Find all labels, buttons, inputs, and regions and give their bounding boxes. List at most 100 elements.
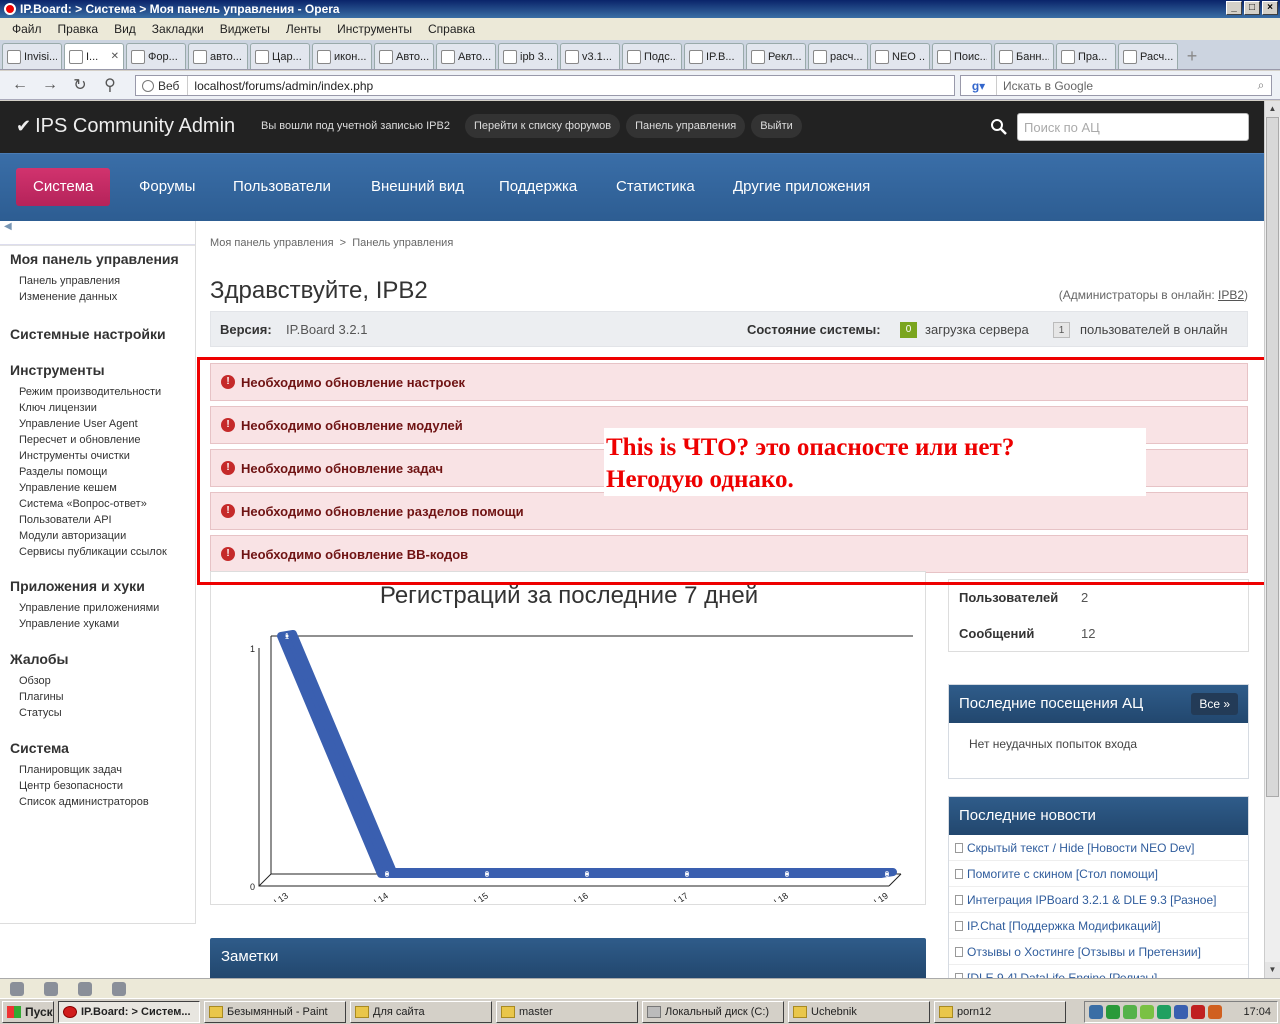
- taskbar-paint[interactable]: Безымянный - Paint: [204, 1000, 346, 1023]
- browser-tab[interactable]: I... ✕: [64, 43, 124, 69]
- zoom-control[interactable]: [1214, 982, 1274, 996]
- menu-feeds[interactable]: Ленты: [278, 22, 329, 36]
- nav-other-apps[interactable]: Другие приложения: [716, 168, 887, 206]
- nav-forums[interactable]: Форумы: [122, 168, 212, 206]
- alert-bbcode-update[interactable]: ! Необходимо обновление BB-кодов: [210, 535, 1248, 573]
- breadcrumb-dashboard[interactable]: Моя панель управления: [210, 237, 334, 249]
- new-tab-icon[interactable]: +: [1180, 43, 1204, 69]
- nav-users[interactable]: Пользователи: [216, 168, 348, 206]
- torrent-icon[interactable]: [1106, 1005, 1120, 1019]
- admin-online-link[interactable]: IPB2: [1218, 288, 1244, 302]
- browser-tab[interactable]: v3.1...: [560, 43, 620, 69]
- google-search-field[interactable]: g▾ Искать в Google ⌕: [960, 75, 1272, 96]
- news-item[interactable]: Помогите с скином [Стол помощи]: [949, 861, 1248, 887]
- news-item[interactable]: Скрытый текст / Hide [Новости NEO Dev]: [949, 835, 1248, 861]
- browser-tab[interactable]: Авто...: [374, 43, 434, 69]
- alert-settings-update[interactable]: ! Необходимо обновление настроек: [210, 363, 1248, 401]
- browser-tab[interactable]: NEO ...: [870, 43, 930, 69]
- menu-widgets[interactable]: Виджеты: [212, 22, 278, 36]
- sidebar-item-manage-hooks[interactable]: Управление хуками: [10, 616, 159, 632]
- back-icon[interactable]: ←: [8, 74, 32, 96]
- icq-icon[interactable]: [1140, 1005, 1154, 1019]
- news-item[interactable]: Интеграция IPBoard 3.2.1 & DLE 9.3 [Разн…: [949, 887, 1248, 913]
- taskbar-folder-master[interactable]: master: [496, 1000, 638, 1023]
- sidebar-item-security-center[interactable]: Центр безопасности: [10, 778, 149, 794]
- browser-tab[interactable]: IP.B...: [684, 43, 744, 69]
- menu-help[interactable]: Справка: [420, 22, 483, 36]
- tab-close-icon[interactable]: ✕: [111, 51, 119, 62]
- icq-icon[interactable]: [1123, 1005, 1137, 1019]
- menu-bookmarks[interactable]: Закладки: [144, 22, 212, 36]
- sidebar-item-share-services[interactable]: Сервисы публикации ссылок: [10, 544, 167, 560]
- taskbar-folder-site[interactable]: Для сайта: [350, 1000, 492, 1023]
- control-panel-link[interactable]: Панель управления: [626, 114, 746, 138]
- search-icon[interactable]: [990, 118, 1008, 136]
- sidebar-item-cache[interactable]: Управление кешем: [10, 480, 167, 496]
- menu-tools[interactable]: Инструменты: [329, 22, 420, 36]
- browser-tab[interactable]: ipb 3...: [498, 43, 558, 69]
- sidebar-item-qa-system[interactable]: Система «Вопрос-ответ»: [10, 496, 167, 512]
- nav-support[interactable]: Поддержка: [482, 168, 594, 206]
- web-mode[interactable]: Веб: [136, 76, 189, 95]
- sidebar-item-license-key[interactable]: Ключ лицензии: [10, 400, 167, 416]
- browser-tab[interactable]: Расч...: [1118, 43, 1178, 69]
- browser-tab[interactable]: Поис...: [932, 43, 992, 69]
- view-all-button[interactable]: Все »: [1191, 693, 1238, 715]
- admin-search-input[interactable]: Поиск по АЦ: [1017, 113, 1249, 141]
- news-item[interactable]: [DLE 9.4] DataLife Engine [Релизы]: [949, 965, 1248, 978]
- scroll-down-icon[interactable]: ▼: [1265, 962, 1280, 978]
- forward-icon[interactable]: →: [38, 74, 62, 96]
- breadcrumb-control-panel[interactable]: Панель управления: [352, 237, 453, 249]
- scrollbar-thumb[interactable]: [1266, 117, 1279, 797]
- minimize-button[interactable]: _: [1226, 1, 1242, 15]
- speed-dial-icon[interactable]: [112, 982, 126, 996]
- alert-help-update[interactable]: ! Необходимо обновление разделов помощи: [210, 492, 1248, 530]
- menu-view[interactable]: Вид: [106, 22, 144, 36]
- nav-appearance[interactable]: Внешний вид: [354, 168, 481, 206]
- search-icon[interactable]: ⌕: [1251, 78, 1271, 93]
- logout-link[interactable]: Выйти: [751, 114, 802, 138]
- sidebar-item-cleanup[interactable]: Инструменты очистки: [10, 448, 167, 464]
- sidebar-item-api-users[interactable]: Пользователи API: [10, 512, 167, 528]
- admin-logo[interactable]: ✔ IPS Community Admin: [16, 115, 235, 138]
- url-field[interactable]: Веб localhost/forums/admin/index.php: [135, 75, 955, 96]
- browser-tab[interactable]: Пра...: [1056, 43, 1116, 69]
- sidebar-item-performance[interactable]: Режим производительности: [10, 384, 167, 400]
- browser-tab[interactable]: Рекл...: [746, 43, 806, 69]
- messenger-icon[interactable]: [1174, 1005, 1188, 1019]
- vertical-scrollbar[interactable]: ▲ ▼: [1264, 101, 1280, 978]
- browser-tab[interactable]: Invisi...: [2, 43, 62, 69]
- sidebar-item-statuses[interactable]: Статусы: [10, 705, 68, 721]
- sidebar-item-admin-list[interactable]: Список администраторов: [10, 794, 149, 810]
- news-item[interactable]: Отзывы о Хостинге [Отзывы и Претензии]: [949, 939, 1248, 965]
- taskbar-local-disk[interactable]: Локальный диск (C:): [642, 1000, 784, 1023]
- sidebar-item-control-panel[interactable]: Панель управления: [10, 273, 179, 289]
- browser-tab[interactable]: авто...: [188, 43, 248, 69]
- sidebar-item-manage-apps[interactable]: Управление приложениями: [10, 600, 159, 616]
- nav-statistics[interactable]: Статистика: [599, 168, 712, 206]
- forum-list-link[interactable]: Перейти к списку форумов: [464, 114, 621, 138]
- sidebar-item-plugins[interactable]: Плагины: [10, 689, 68, 705]
- network-icon[interactable]: [1089, 1005, 1103, 1019]
- reload-icon[interactable]: ↻: [68, 74, 92, 96]
- google-icon[interactable]: g▾: [961, 76, 997, 95]
- sidebar-collapse-icon[interactable]: ◀: [0, 221, 195, 245]
- browser-tab[interactable]: икон...: [312, 43, 372, 69]
- sidebar-item-auth-modules[interactable]: Модули авторизации: [10, 528, 167, 544]
- cloud-icon[interactable]: [44, 982, 58, 996]
- sidebar-item-task-scheduler[interactable]: Планировщик задач: [10, 762, 149, 778]
- menu-edit[interactable]: Правка: [50, 22, 107, 36]
- key-icon[interactable]: ⚲: [98, 74, 122, 96]
- browser-tab[interactable]: Подс...: [622, 43, 682, 69]
- update-icon[interactable]: [1157, 1005, 1171, 1019]
- panel-toggle-icon[interactable]: [10, 982, 24, 996]
- close-window-button[interactable]: ×: [1262, 1, 1278, 15]
- maximize-button[interactable]: □: [1244, 1, 1260, 15]
- browser-tab[interactable]: Банн...: [994, 43, 1054, 69]
- taskbar-folder-porn12[interactable]: porn12: [934, 1000, 1066, 1023]
- browser-tab[interactable]: Цар...: [250, 43, 310, 69]
- scroll-up-icon[interactable]: ▲: [1265, 101, 1280, 117]
- taskbar-folder-uchebnik[interactable]: Uchebnik: [788, 1000, 930, 1023]
- sidebar-item-overview[interactable]: Обзор: [10, 673, 68, 689]
- sidebar-item-edit-details[interactable]: Изменение данных: [10, 289, 179, 305]
